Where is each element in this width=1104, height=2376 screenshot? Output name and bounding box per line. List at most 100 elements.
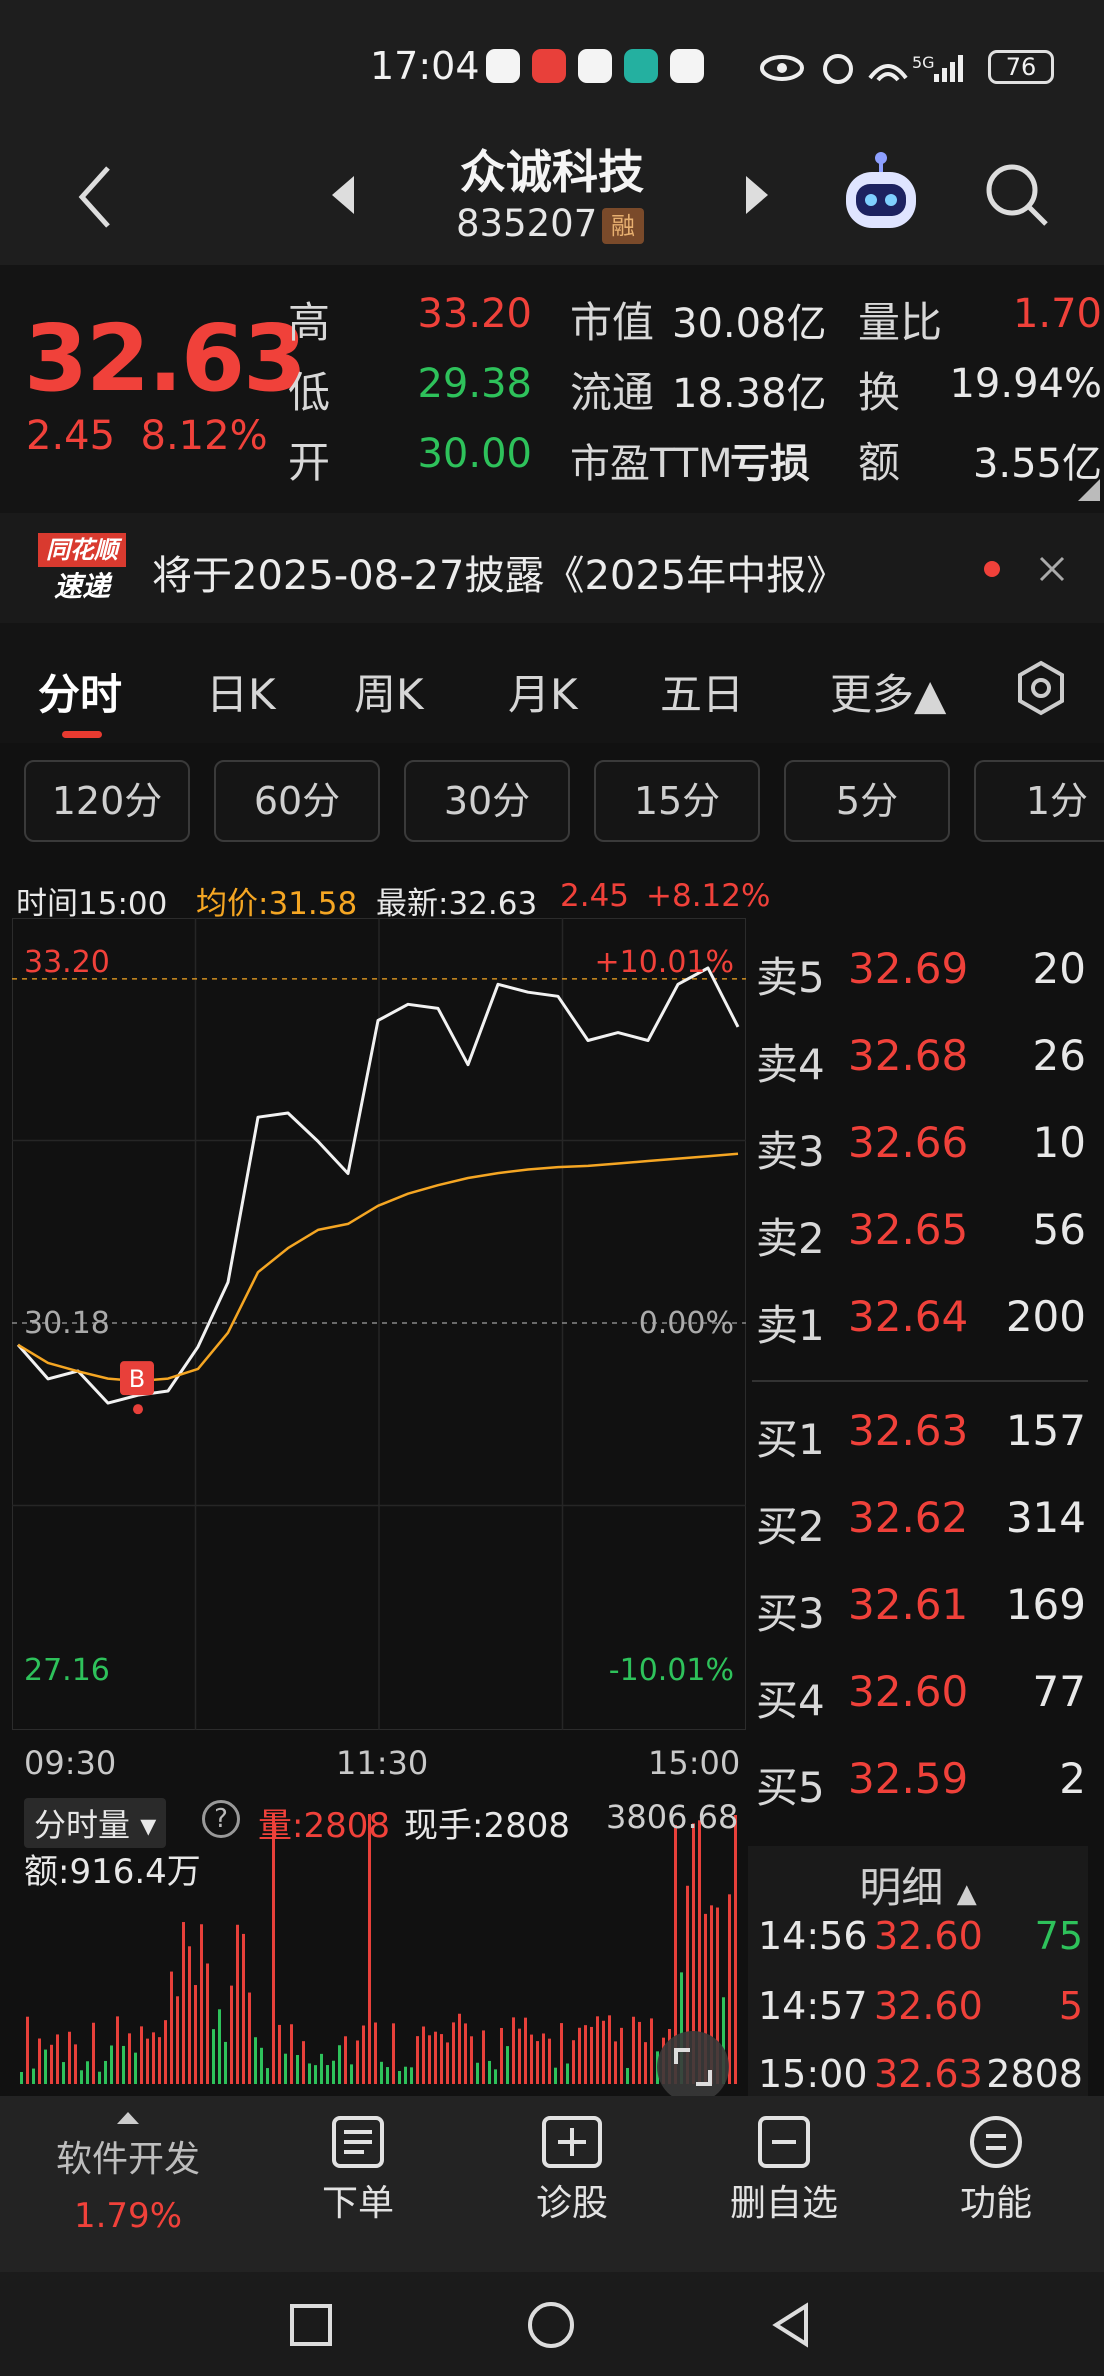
bid-row: 买1 32.63 157 [756,1406,1086,1486]
volume-bar [560,2023,563,2084]
functions-button[interactable]: 功能 [916,2116,1076,2226]
volratio-value: 1.70 [1012,291,1102,337]
buy-marker-dot [133,1404,143,1415]
mktcap-value: 30.08亿 [672,301,827,347]
volume-bar [566,2063,569,2084]
volume-bar [494,2069,497,2084]
time-tick: 15:00 [648,1744,741,1782]
delete-favorite-button[interactable]: 删自选 [704,2116,864,2226]
tab-daily-k[interactable]: 日K [206,661,276,722]
volume-bar [644,2042,647,2084]
period-120m-button[interactable]: 120分 [24,760,190,842]
sector-button[interactable]: 软件开发 1.79% [48,2108,208,2236]
volume-bar [440,2034,443,2084]
news-text[interactable]: 将于2025-08-27披露《2025年中报》 [152,543,846,601]
tab-weekly-k[interactable]: 周K [354,661,424,722]
pe-label: 市盈TTM [570,441,733,487]
diagnose-button[interactable]: 诊股 [492,2116,652,2226]
detail-title[interactable]: 明细 ▲ [748,1854,1088,1915]
volume-bar [428,2035,431,2084]
bid-volume: 77 [1032,1667,1086,1716]
volume-bar [260,2047,263,2084]
volume-bar [524,2017,527,2084]
volume-bar [482,2030,485,2084]
ask-row: 卖1 32.64 200 [756,1292,1086,1372]
volume-bar [386,2067,389,2084]
signal-icon [934,74,939,82]
ask-row: 卖3 32.66 10 [756,1118,1086,1198]
volume-bar [74,2044,77,2084]
low-label: 低 [288,368,331,417]
volume-bar [38,2038,41,2084]
volume-bar [176,1996,179,2084]
amount-label: 额 [858,438,901,487]
pe-value: 亏损 [730,441,810,487]
app-notification-icon [670,49,704,83]
recent-apps-icon[interactable] [288,2302,334,2348]
next-stock-icon[interactable] [740,170,774,220]
volume-bar [314,2065,317,2084]
period-5m-button[interactable]: 5分 [784,760,950,842]
volume-bar [182,1922,185,2084]
settings-icon[interactable] [1012,659,1070,717]
expand-corner-icon[interactable] [1076,477,1102,503]
volume-bar [50,2044,53,2084]
period-1m-button[interactable]: 1分 [974,760,1104,842]
volume-bar [152,2032,155,2084]
news-banner[interactable]: 同花顺 速递 将于2025-08-27披露《2025年中报》 [0,513,1104,623]
info-change-pct: +8.12% [646,878,771,914]
volume-bar [620,2027,623,2084]
volume-bar [410,2067,413,2084]
help-icon[interactable]: ? [202,1800,240,1838]
volume-bar [146,2038,149,2084]
volume-bar [602,2020,605,2084]
intraday-chart[interactable]: B 33.20 30.18 27.16 +10.01% 0.00% -10.01% [12,918,746,1730]
detail-volume: 75 [1034,1914,1083,1958]
y-label-right-low: -10.01% [609,1653,734,1688]
bid-volume: 314 [1005,1493,1086,1542]
ask-label: 卖2 [756,1214,825,1263]
home-icon[interactable] [526,2300,576,2350]
search-icon[interactable] [982,160,1052,230]
badge-top: 同花顺 [38,533,126,567]
period-30m-button[interactable]: 30分 [404,760,570,842]
bid-row: 买4 32.60 77 [756,1667,1086,1747]
volume-bar [458,2013,461,2084]
trade-detail: 明细 ▲ 14:56 32.60 75 14:57 32.60 5 15:00 … [748,1846,1088,2096]
volume-bar [56,2034,59,2084]
volume-bar [236,1924,239,2084]
tab-monthly-k[interactable]: 月K [508,661,578,722]
volume-bar [86,2061,89,2084]
volume-bar [254,2037,257,2084]
robot-assistant-icon[interactable] [838,150,924,236]
unread-dot [984,561,1000,577]
fullscreen-icon[interactable] [656,2030,730,2104]
bid-label: 买1 [756,1415,825,1464]
volume-bar [518,2028,521,2084]
turnover-amount: 额:916.4万 [24,1852,201,1892]
period-60m-button[interactable]: 60分 [214,760,380,842]
period-15m-button[interactable]: 15分 [594,760,760,842]
ask-row: 卖5 32.69 20 [756,944,1086,1024]
bid-volume: 157 [1005,1406,1086,1455]
volume-bar [380,2061,383,2084]
chart-info-line: 时间15:00 均价:31.58 最新:32.63 2.45 +8.12% [0,870,770,922]
order-button[interactable]: 下单 [278,2116,438,2226]
volume-selector[interactable]: 分时量 ▾ [24,1798,167,1848]
tab-intraday[interactable]: 分时 [38,661,122,722]
bid-volume: 2 [1059,1754,1086,1803]
status-time: 17:04 [370,44,480,88]
tab-more[interactable]: 更多▲ [830,661,946,722]
detail-price: 32.60 [874,1984,983,2028]
volume-bar [20,2072,23,2084]
stock-name: 众诚科技 [460,145,644,199]
close-icon[interactable] [1038,555,1066,583]
volume-bar [614,2041,617,2084]
minus-box-icon [758,2116,810,2168]
back-nav-icon[interactable] [768,2300,814,2350]
tab-five-day[interactable]: 五日 [660,661,744,722]
bid-price: 32.61 [848,1580,969,1629]
menu-circle-icon [970,2116,1022,2168]
volume-bar [452,2022,455,2084]
volume-bar [200,1924,203,2084]
